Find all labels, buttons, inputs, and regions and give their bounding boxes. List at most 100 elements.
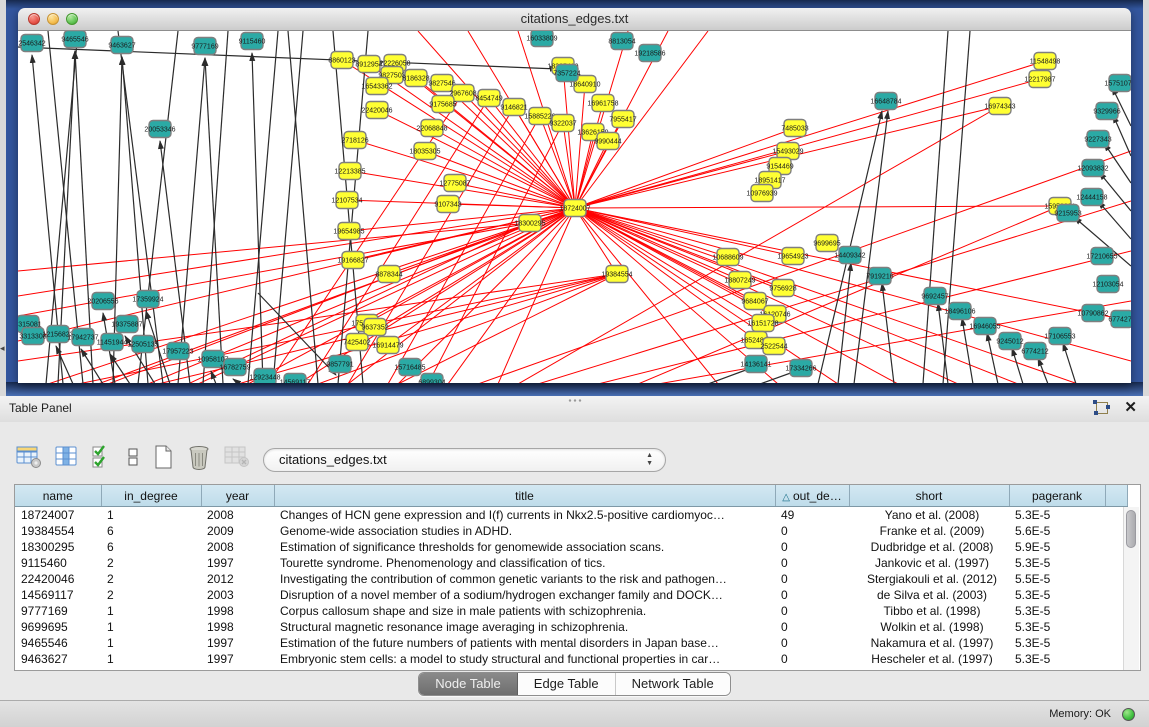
graph-node[interactable]: 9227343 bbox=[1084, 131, 1111, 148]
graph-node[interactable]: 14136141 bbox=[740, 356, 771, 373]
close-panel-icon[interactable]: ✕ bbox=[1124, 400, 1137, 415]
column-header-year[interactable]: year bbox=[201, 485, 274, 507]
memory-ok-indicator[interactable] bbox=[1122, 708, 1135, 721]
table-vertical-scrollbar[interactable] bbox=[1123, 507, 1139, 670]
network-canvas[interactable]: 1872400718300295886012389129542222605898… bbox=[18, 31, 1131, 383]
row-height-icon[interactable] bbox=[127, 445, 139, 469]
graph-node[interactable]: 9463627 bbox=[108, 37, 135, 54]
new-column-icon[interactable] bbox=[152, 444, 174, 470]
table-row[interactable]: 1456911722003Disruption of a novel membe… bbox=[15, 587, 1127, 603]
graph-node[interactable]: 18300295 bbox=[514, 215, 545, 232]
graph-node[interactable]: 9699695 bbox=[813, 235, 840, 252]
graph-node[interactable]: 12217987 bbox=[1024, 71, 1055, 88]
graph-node[interactable]: 9692457 bbox=[921, 288, 948, 305]
graph-node[interactable]: 14409342 bbox=[834, 247, 865, 264]
column-header-short[interactable]: short bbox=[849, 485, 1009, 507]
graph-node[interactable]: 19654923 bbox=[777, 248, 808, 265]
table-row[interactable]: 1830029562008Estimation of significance … bbox=[15, 539, 1127, 555]
graph-node[interactable]: 7425402 bbox=[343, 334, 370, 351]
graph-node[interactable]: 16946055 bbox=[969, 318, 1000, 335]
tab-network-table[interactable]: Network Table bbox=[616, 673, 730, 695]
table-row[interactable]: 1938455462009Genome-wide association stu… bbox=[15, 523, 1127, 539]
delete-columns-icon[interactable] bbox=[187, 444, 211, 470]
graph-node[interactable]: 20206556 bbox=[87, 293, 118, 310]
column-header-in_degree[interactable]: in_degree bbox=[101, 485, 201, 507]
graph-node[interactable]: 16974343 bbox=[984, 98, 1015, 115]
graph-node[interactable]: 9777169 bbox=[191, 38, 218, 55]
graph-node[interactable]: 16033809 bbox=[526, 31, 557, 47]
graph-node[interactable]: 18807249 bbox=[724, 272, 755, 289]
graph-node[interactable]: 10790862 bbox=[1077, 305, 1108, 322]
maximize-window-button[interactable] bbox=[66, 13, 78, 25]
graph-node[interactable]: 7955417 bbox=[609, 111, 636, 128]
graph-node[interactable]: 8813054 bbox=[608, 33, 635, 50]
graph-node[interactable]: 2546342 bbox=[18, 35, 45, 52]
float-panel-icon[interactable] bbox=[1093, 400, 1110, 415]
show-columns-icon[interactable] bbox=[55, 445, 79, 469]
graph-node[interactable]: 12444158 bbox=[1076, 189, 1107, 206]
panel-collapse-handle[interactable]: ◂ bbox=[0, 341, 6, 355]
column-header-name[interactable]: name bbox=[15, 485, 101, 507]
graph-node[interactable]: 17359924 bbox=[132, 291, 163, 308]
column-header-title[interactable]: title bbox=[274, 485, 775, 507]
graph-node[interactable]: 2718126 bbox=[341, 132, 368, 149]
graph-node[interactable]: 8454749 bbox=[475, 90, 502, 107]
graph-node[interactable]: 17210655 bbox=[1086, 248, 1117, 265]
table-row[interactable]: 969969511998Structural magnetic resonanc… bbox=[15, 619, 1127, 635]
graph-node[interactable]: 8878344 bbox=[375, 266, 402, 283]
graph-node[interactable]: 16151728 bbox=[747, 315, 778, 332]
graph-node[interactable]: 20053346 bbox=[144, 121, 175, 138]
graph-node[interactable]: 12775087 bbox=[439, 175, 470, 192]
column-header-out_de[interactable]: △out_de… bbox=[775, 485, 849, 507]
table-row[interactable]: 911546021997Tourette syndrome. Phenomeno… bbox=[15, 555, 1127, 571]
graph-node[interactable]: 17334266 bbox=[785, 360, 816, 377]
graph-node[interactable]: 2522544 bbox=[760, 338, 787, 355]
graph-node[interactable]: 18496106 bbox=[944, 303, 975, 320]
column-header-pagerank[interactable]: pagerank bbox=[1009, 485, 1105, 507]
graph-node[interactable]: 17942737 bbox=[67, 329, 98, 346]
table-row[interactable]: 1872400712008Changes of HCN gene express… bbox=[15, 507, 1127, 524]
graph-node[interactable]: 9215953 bbox=[1054, 205, 1081, 222]
graph-node[interactable]: 16648784 bbox=[870, 93, 901, 110]
graph-node[interactable]: 17106553 bbox=[1044, 328, 1075, 345]
graph-node[interactable]: 12213385 bbox=[334, 163, 365, 180]
graph-node[interactable]: 6774212 bbox=[1021, 343, 1048, 360]
graph-node[interactable]: 10976939 bbox=[746, 185, 777, 202]
graph-node[interactable]: 7919216 bbox=[866, 268, 893, 285]
graph-node[interactable]: 12505135 bbox=[127, 336, 158, 353]
graph-node[interactable]: 7357224 bbox=[553, 65, 580, 82]
graph-node[interactable]: 18724007 bbox=[559, 200, 590, 217]
graph-node[interactable]: 6774278 bbox=[1108, 311, 1131, 328]
graph-node[interactable]: 12093832 bbox=[1077, 160, 1108, 177]
graph-node[interactable]: 9857791 bbox=[326, 356, 353, 373]
graph-node[interactable]: 17957223 bbox=[162, 343, 193, 360]
table-selector-combobox[interactable]: citations_edges.txt ▲▼ bbox=[263, 448, 666, 472]
graph-node[interactable]: 15751074 bbox=[1104, 75, 1131, 92]
graph-node[interactable]: 14569117 bbox=[280, 374, 311, 384]
graph-node[interactable]: 18035305 bbox=[409, 143, 440, 160]
graph-node[interactable]: 9115460 bbox=[239, 33, 266, 50]
graph-node[interactable]: 12103054 bbox=[1092, 276, 1123, 293]
graph-node[interactable]: 19218586 bbox=[634, 45, 665, 62]
table-row[interactable]: 2242004622012Investigating the contribut… bbox=[15, 571, 1127, 587]
minimize-window-button[interactable] bbox=[47, 13, 59, 25]
graph-node[interactable]: 15716485 bbox=[394, 359, 425, 376]
graph-node[interactable]: 9322037 bbox=[549, 115, 576, 132]
graph-node[interactable]: 19384554 bbox=[601, 266, 632, 283]
table-panel-header[interactable]: Table Panel ✕ bbox=[0, 396, 1149, 423]
graph-node[interactable]: 11451944 bbox=[97, 334, 128, 351]
graph-node[interactable]: 9245012 bbox=[996, 333, 1023, 350]
tab-edge-table[interactable]: Edge Table bbox=[518, 673, 616, 695]
table-row[interactable]: 946362711997Embryonic stem cells: a mode… bbox=[15, 651, 1127, 667]
graph-node[interactable]: 10688609 bbox=[712, 249, 743, 266]
table-mode-icon[interactable] bbox=[16, 445, 42, 469]
graph-node[interactable]: 16782759 bbox=[219, 359, 250, 376]
graph-node[interactable]: 6899304 bbox=[418, 374, 445, 384]
table-row[interactable]: 977716911998Corpus callosum shape and si… bbox=[15, 603, 1127, 619]
graph-node[interactable]: 16961758 bbox=[587, 95, 618, 112]
graph-node[interactable]: 9637352 bbox=[361, 319, 388, 336]
close-window-button[interactable] bbox=[28, 13, 40, 25]
graph-node[interactable]: 19375887 bbox=[111, 316, 142, 333]
graph-node[interactable]: 12923448 bbox=[249, 369, 280, 384]
graph-node[interactable]: 9756928 bbox=[769, 280, 796, 297]
